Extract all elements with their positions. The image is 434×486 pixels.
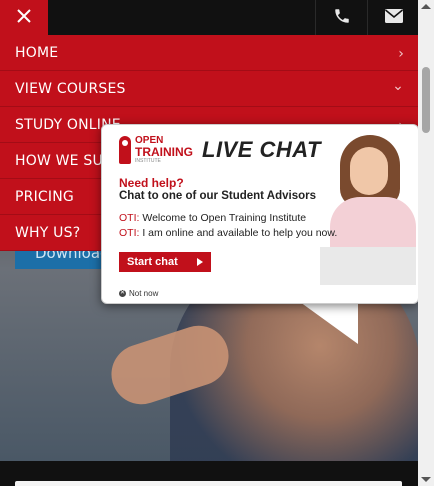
message-text: Welcome to Open Training Institute	[142, 212, 307, 224]
chat-message: OTI: I am online and available to help y…	[119, 227, 337, 239]
chat-with-advisors-text: Chat to one of our Student Advisors	[119, 190, 316, 202]
message-sender: OTI:	[119, 227, 140, 239]
chat-message: OTI: Welcome to Open Training Institute	[119, 212, 306, 224]
close-icon	[17, 8, 31, 27]
play-arrow-icon	[197, 258, 203, 266]
bottom-input-field[interactable]	[15, 481, 402, 486]
logo-line-2: TRAINING	[135, 145, 193, 159]
advisor-photo	[320, 127, 416, 285]
scrollbar[interactable]	[418, 0, 434, 486]
menu-item-label: VIEW COURSES	[15, 80, 126, 97]
menu-item-label: WHY US?	[15, 224, 81, 241]
menu-item-view-courses[interactable]: VIEW COURSES ⌄	[0, 71, 418, 107]
phone-button[interactable]	[315, 0, 367, 35]
start-chat-button[interactable]: Start chat	[119, 252, 211, 272]
start-chat-label: Start chat	[127, 256, 178, 268]
menu-item-label: PRICING	[15, 188, 74, 205]
top-bar	[0, 0, 418, 35]
phone-icon	[333, 7, 351, 29]
not-now-link[interactable]: ✕ Not now	[119, 289, 158, 298]
envelope-icon	[384, 8, 403, 27]
close-circle-icon: ✕	[119, 290, 126, 297]
close-menu-button[interactable]	[0, 0, 48, 35]
oti-logo: OPEN TRAINING INSTITUTE	[119, 136, 193, 164]
menu-item-home[interactable]: HOME ›	[0, 35, 418, 71]
chevron-down-icon: ⌄	[392, 78, 404, 94]
scroll-thumb[interactable]	[422, 67, 430, 133]
message-sender: OTI:	[119, 212, 140, 224]
not-now-label: Not now	[129, 289, 159, 298]
chevron-right-icon: ›	[398, 46, 404, 62]
menu-item-label: HOME	[15, 44, 59, 61]
email-button[interactable]	[367, 0, 419, 35]
need-help-text: Need help?	[119, 176, 184, 190]
message-text: I am online and available to help you no…	[142, 227, 338, 239]
live-chat-title: LIVE CHAT	[202, 137, 321, 162]
scroll-up-arrow-icon[interactable]	[421, 4, 431, 9]
oti-logo-mark	[119, 136, 131, 164]
scroll-down-arrow-icon[interactable]	[421, 477, 431, 482]
live-chat-popup: OPEN TRAINING INSTITUTE LIVE CHAT Need h…	[101, 124, 419, 304]
